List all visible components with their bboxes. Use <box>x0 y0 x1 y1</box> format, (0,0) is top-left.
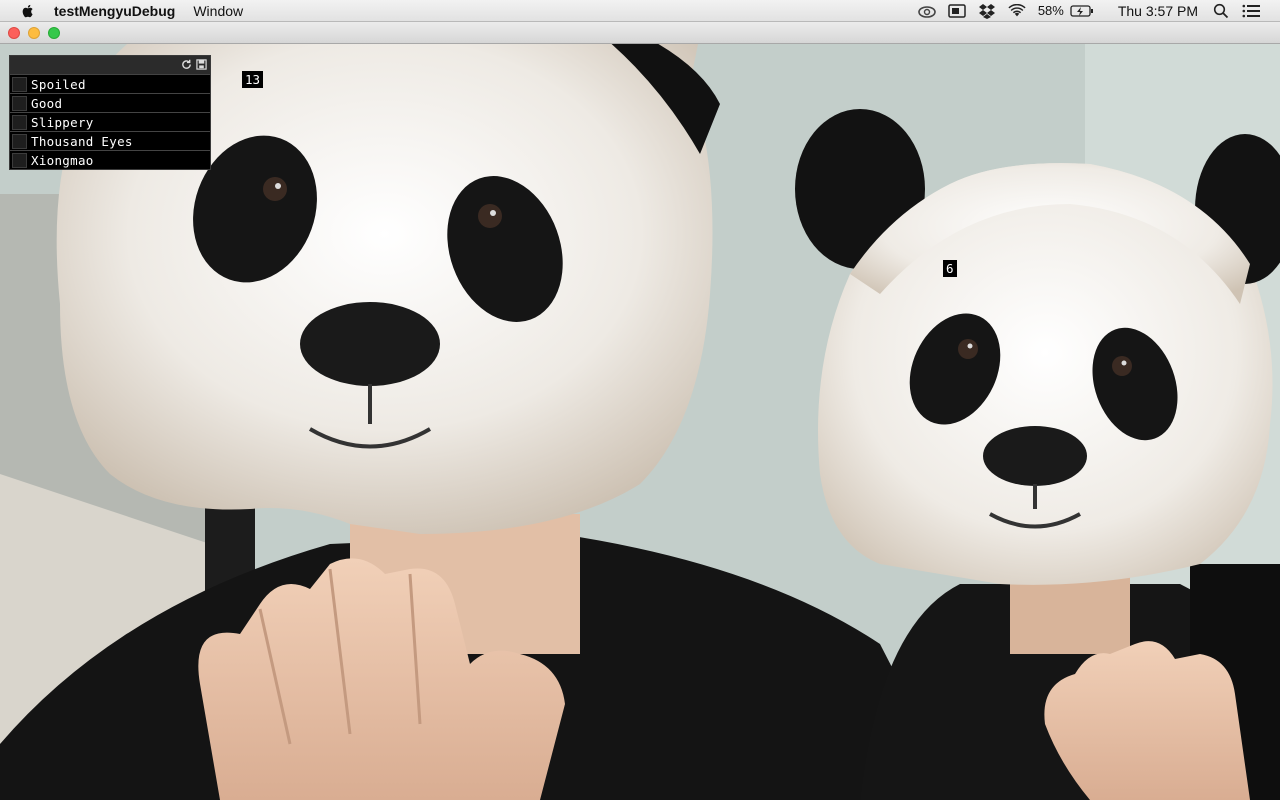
toggle-xiongmao[interactable]: Xiongmao <box>10 150 210 169</box>
save-icon[interactable] <box>196 59 207 70</box>
wifi-icon[interactable] <box>1008 3 1026 19</box>
toggle-label: Spoiled <box>31 76 86 92</box>
maximize-window-button[interactable] <box>48 27 60 39</box>
toggle-label: Slippery <box>31 114 94 130</box>
window-titlebar[interactable] <box>0 22 1280 44</box>
menu-bar: testMengyuDebug Window 58% Thu 3:57 PM <box>0 0 1280 22</box>
debug-gui-panel: Spoiled Good Slippery Thousand Eyes Xion… <box>9 55 211 170</box>
spoiled-checkbox[interactable] <box>12 76 27 92</box>
dropbox-icon[interactable] <box>978 3 996 19</box>
app-name-menu[interactable]: testMengyuDebug <box>54 3 175 19</box>
battery-icon[interactable] <box>1070 3 1094 19</box>
toggle-spoiled[interactable]: Spoiled <box>10 74 210 93</box>
toggle-label: Thousand Eyes <box>31 133 133 149</box>
good-checkbox[interactable] <box>12 95 27 111</box>
status-area: 58% Thu 3:57 PM <box>918 0 1280 22</box>
toggle-good[interactable]: Good <box>10 93 210 112</box>
window-menu[interactable]: Window <box>193 3 243 19</box>
apple-icon[interactable] <box>20 3 36 19</box>
close-window-button[interactable] <box>8 27 20 39</box>
toggle-label: Xiongmao <box>31 152 94 168</box>
face-id-label-left: 13 <box>242 71 264 88</box>
gui-header[interactable] <box>10 56 210 74</box>
display-icon[interactable] <box>948 3 966 19</box>
toggle-label: Good <box>31 95 63 111</box>
slippery-checkbox[interactable] <box>12 114 27 130</box>
battery-percent: 58% <box>1037 3 1064 18</box>
thousand-eyes-checkbox[interactable] <box>12 133 27 149</box>
toggle-thousand-eyes[interactable]: Thousand Eyes <box>10 131 210 150</box>
spotlight-search-icon[interactable] <box>1212 3 1230 19</box>
toggle-slippery[interactable]: Slippery <box>10 112 210 131</box>
clock[interactable]: Thu 3:57 PM <box>1118 3 1198 19</box>
xiongmao-checkbox[interactable] <box>12 152 27 168</box>
notification-center-icon[interactable] <box>1242 3 1260 19</box>
refresh-icon[interactable] <box>181 59 192 70</box>
creative-cloud-icon[interactable] <box>918 3 936 19</box>
minimize-window-button[interactable] <box>28 27 40 39</box>
face-id-label-right: 6 <box>943 260 957 277</box>
